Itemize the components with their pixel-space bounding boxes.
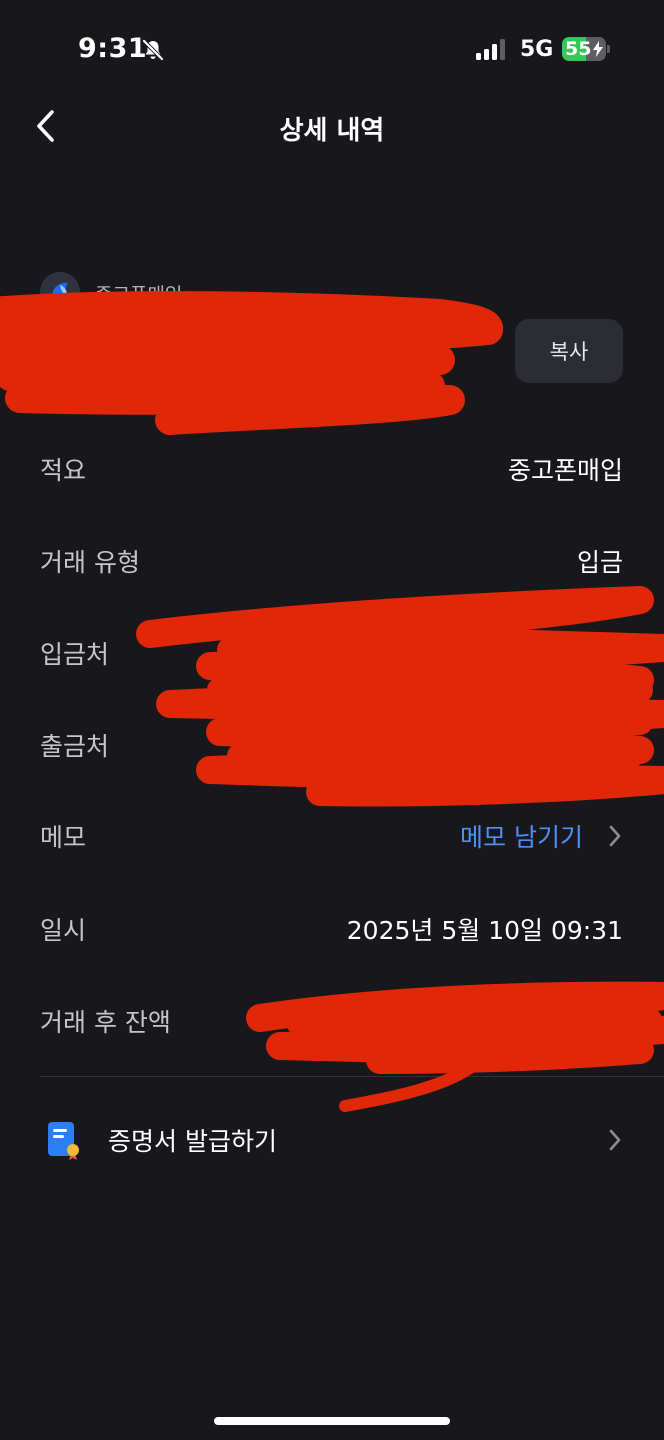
detail-row-summary: 적요 중고폰매입: [40, 443, 623, 493]
charging-bolt-icon: [593, 41, 603, 57]
chevron-right-icon: [609, 825, 621, 847]
bell-muted-icon: [142, 39, 164, 61]
signal-icon: [476, 39, 505, 60]
type-value: 입금: [576, 548, 623, 577]
summary-label: 적요: [40, 456, 87, 485]
withdraw-from-label: 출금처: [40, 732, 110, 761]
status-time: 9:31: [78, 33, 148, 64]
detail-row-memo[interactable]: 메모 메모 남기기: [40, 810, 623, 860]
bank-logo-icon: [40, 272, 80, 312]
detail-row-datetime: 일시 2025년 5월 10일 09:31: [40, 903, 623, 953]
redaction-account-scribble: [0, 291, 503, 435]
battery-cap: [607, 45, 610, 53]
redaction-account-fill: [0, 317, 443, 385]
redaction-balance-tail: [339, 1062, 476, 1112]
battery-indicator: 55: [562, 37, 606, 61]
datetime-value: 2025년 5월 10일 09:31: [346, 916, 623, 945]
copy-button[interactable]: 복사: [515, 319, 623, 383]
chevron-right-icon: [609, 1129, 621, 1151]
memo-label: 메모: [40, 823, 87, 852]
certificate-label: 증명서 발급하기: [108, 1127, 277, 1156]
type-label: 거래 유형: [40, 548, 140, 577]
network-type: 5G: [520, 37, 554, 62]
divider: [40, 1076, 664, 1077]
deposit-to-label: 입금처: [40, 640, 110, 669]
bank-logo: [40, 272, 80, 312]
status-bar: 9:31 5G 55: [0, 0, 664, 100]
memo-add-link[interactable]: 메모 남기기: [460, 818, 583, 854]
detail-row-withdraw-from: 출금처: [40, 719, 623, 769]
account-name: 중고폰매입: [95, 284, 183, 306]
issue-certificate-button[interactable]: 증명서 발급하기: [40, 1112, 623, 1166]
page-title: 상세 내역: [279, 116, 385, 146]
detail-row-balance: 거래 후 잔액: [40, 995, 623, 1045]
summary-value: 중고폰매입: [507, 456, 623, 485]
detail-row-type: 거래 유형 입금: [40, 535, 623, 585]
datetime-label: 일시: [40, 916, 87, 945]
balance-label: 거래 후 잔액: [40, 1008, 171, 1037]
certificate-icon: [48, 1122, 79, 1160]
home-indicator[interactable]: [214, 1417, 450, 1425]
detail-row-deposit-to: 입금처: [40, 627, 623, 677]
battery-percent: 55: [565, 38, 592, 60]
